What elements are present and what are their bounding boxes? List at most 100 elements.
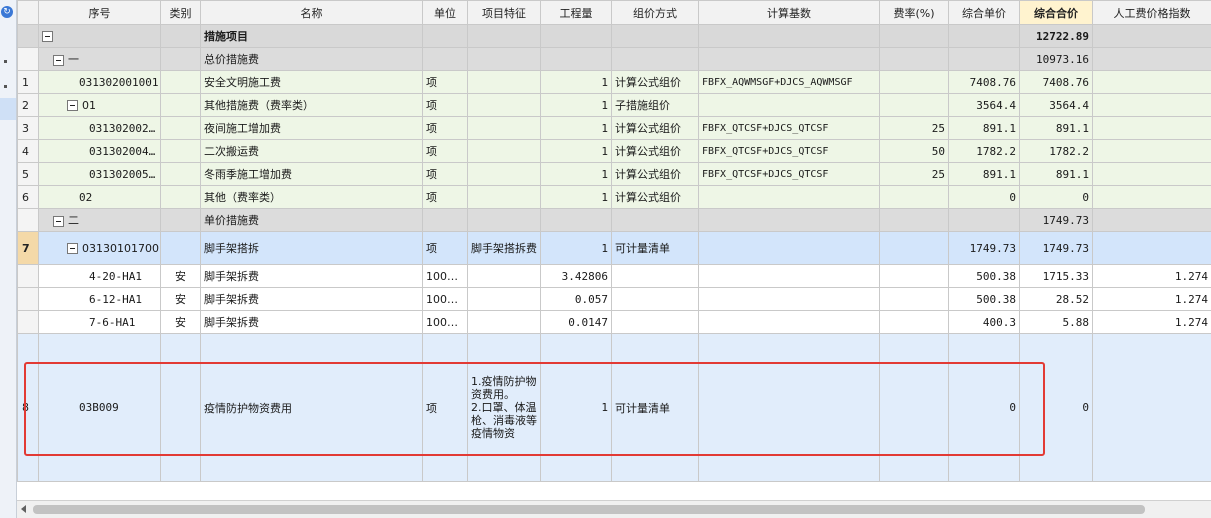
name-cell[interactable]: 单价措施费 bbox=[200, 208, 423, 232]
method-cell[interactable] bbox=[611, 24, 699, 48]
feature-cell[interactable] bbox=[467, 24, 541, 48]
qty-cell[interactable]: 1 bbox=[540, 162, 612, 186]
base-cell[interactable] bbox=[698, 333, 880, 482]
rate-cell[interactable] bbox=[879, 333, 949, 482]
method-cell[interactable] bbox=[611, 47, 699, 71]
code-cell[interactable]: 7-6-HA1 bbox=[38, 310, 161, 334]
code-cell[interactable]: 4-20-HA1 bbox=[38, 264, 161, 288]
unit-cell[interactable]: 100… bbox=[422, 310, 468, 334]
method-cell[interactable] bbox=[611, 310, 699, 334]
name-cell[interactable]: 其他（费率类） bbox=[200, 185, 423, 209]
rate-cell[interactable]: 50 bbox=[879, 139, 949, 163]
rate-cell[interactable] bbox=[879, 93, 949, 117]
name-cell[interactable]: 二次搬运费 bbox=[200, 139, 423, 163]
table-row[interactable]: 5 031302005… 冬雨季施工增加费 项 1 计算公式组价 FBFX_QT… bbox=[17, 162, 1211, 186]
method-cell[interactable] bbox=[611, 208, 699, 232]
feature-cell[interactable] bbox=[467, 70, 541, 94]
method-cell[interactable]: 计算公式组价 bbox=[611, 185, 699, 209]
qty-cell[interactable]: 0.057 bbox=[540, 287, 612, 311]
unit-cell[interactable]: 项 bbox=[422, 185, 468, 209]
name-cell[interactable]: 措施项目 bbox=[200, 24, 423, 48]
qty-cell[interactable] bbox=[540, 47, 612, 71]
base-cell[interactable] bbox=[698, 208, 880, 232]
name-cell[interactable]: 总价措施费 bbox=[200, 47, 423, 71]
name-cell[interactable]: 脚手架拆费 bbox=[200, 310, 423, 334]
qty-cell[interactable]: 1 bbox=[540, 333, 612, 482]
base-cell[interactable] bbox=[698, 24, 880, 48]
header-name[interactable]: 名称 bbox=[200, 0, 423, 25]
rate-cell[interactable] bbox=[879, 264, 949, 288]
unit-cell[interactable]: 项 bbox=[422, 70, 468, 94]
table-row[interactable]: 2 01 其他措施费（费率类） 项 1 子措施组价 3564.4 3564.4 bbox=[17, 93, 1211, 117]
unit-cell[interactable]: 项 bbox=[422, 93, 468, 117]
method-cell[interactable]: 可计量清单 bbox=[611, 231, 699, 265]
header-rate[interactable]: 费率(%) bbox=[879, 0, 949, 25]
labor-index-cell[interactable] bbox=[1092, 333, 1211, 482]
table-row[interactable]: 6-12-HA1 安 脚手架拆费 100… 0.057 500.38 28.52… bbox=[17, 287, 1211, 311]
name-cell[interactable]: 安全文明施工费 bbox=[200, 70, 423, 94]
name-cell[interactable]: 疫情防护物资费用 bbox=[200, 333, 423, 482]
labor-index-cell[interactable]: 1.274 bbox=[1092, 264, 1211, 288]
rate-cell[interactable] bbox=[879, 287, 949, 311]
unit-cell[interactable] bbox=[422, 47, 468, 71]
table-row[interactable]: 1 031302001001 安全文明施工费 项 1 计算公式组价 FBFX_A… bbox=[17, 70, 1211, 94]
collapse-toggle-icon[interactable] bbox=[53, 215, 64, 227]
header-unit-price[interactable]: 综合单价 bbox=[948, 0, 1020, 25]
feature-cell[interactable] bbox=[467, 310, 541, 334]
rate-cell[interactable] bbox=[879, 47, 949, 71]
qty-cell[interactable] bbox=[540, 24, 612, 48]
labor-index-cell[interactable]: 1.274 bbox=[1092, 310, 1211, 334]
labor-index-cell[interactable] bbox=[1092, 162, 1211, 186]
code-cell[interactable]: 031302004… bbox=[38, 139, 161, 163]
base-cell[interactable] bbox=[698, 93, 880, 117]
feature-cell[interactable] bbox=[467, 162, 541, 186]
labor-index-cell[interactable] bbox=[1092, 231, 1211, 265]
base-cell[interactable] bbox=[698, 310, 880, 334]
collapse-toggle-icon[interactable] bbox=[53, 54, 64, 66]
table-row[interactable]: 二 单价措施费 1749.73 bbox=[17, 208, 1211, 232]
feature-cell[interactable]: 脚手架搭拆费 bbox=[467, 231, 541, 265]
labor-index-cell[interactable] bbox=[1092, 185, 1211, 209]
header-seq[interactable]: 序号 bbox=[38, 0, 161, 25]
horizontal-scrollbar[interactable] bbox=[17, 500, 1211, 518]
table-row[interactable]: 7-6-HA1 安 脚手架拆费 100… 0.0147 400.3 5.88 1… bbox=[17, 310, 1211, 334]
strip-selection[interactable] bbox=[0, 98, 16, 120]
qty-cell[interactable]: 1 bbox=[540, 139, 612, 163]
scrollbar-thumb[interactable] bbox=[33, 505, 1145, 514]
code-cell[interactable]: 031302002… bbox=[38, 116, 161, 140]
qty-cell[interactable]: 1 bbox=[540, 70, 612, 94]
base-cell[interactable] bbox=[698, 231, 880, 265]
unit-cell[interactable]: 项 bbox=[422, 231, 468, 265]
method-cell[interactable]: 计算公式组价 bbox=[611, 116, 699, 140]
header-qty[interactable]: 工程量 bbox=[540, 0, 612, 25]
unit-cell[interactable]: 项 bbox=[422, 162, 468, 186]
method-cell[interactable] bbox=[611, 287, 699, 311]
feature-cell[interactable] bbox=[467, 287, 541, 311]
code-cell[interactable]: 03B009 bbox=[38, 333, 161, 482]
rate-cell[interactable]: 25 bbox=[879, 162, 949, 186]
base-cell[interactable] bbox=[698, 47, 880, 71]
qty-cell[interactable]: 3.42806 bbox=[540, 264, 612, 288]
feature-cell[interactable] bbox=[467, 47, 541, 71]
rate-cell[interactable] bbox=[879, 24, 949, 48]
base-cell[interactable]: FBFX_AQWMSGF+DJCS_AQWMSGF bbox=[698, 70, 880, 94]
labor-index-cell[interactable] bbox=[1092, 24, 1211, 48]
collapse-toggle-icon[interactable] bbox=[42, 31, 53, 42]
unit-cell[interactable]: 项 bbox=[422, 333, 468, 482]
base-cell[interactable] bbox=[698, 264, 880, 288]
header-rownum[interactable] bbox=[17, 0, 39, 25]
feature-cell[interactable] bbox=[467, 185, 541, 209]
unit-cell[interactable]: 100… bbox=[422, 264, 468, 288]
table-row[interactable]: 4-20-HA1 安 脚手架拆费 100… 3.42806 500.38 171… bbox=[17, 264, 1211, 288]
unit-cell[interactable] bbox=[422, 208, 468, 232]
code-cell[interactable]: 02 bbox=[38, 185, 161, 209]
method-cell[interactable]: 计算公式组价 bbox=[611, 139, 699, 163]
name-cell[interactable]: 脚手架拆费 bbox=[200, 264, 423, 288]
header-method[interactable]: 组价方式 bbox=[611, 0, 699, 25]
name-cell[interactable]: 脚手架拆费 bbox=[200, 287, 423, 311]
feature-cell[interactable] bbox=[467, 93, 541, 117]
method-cell[interactable] bbox=[611, 264, 699, 288]
table-row[interactable]: 8 03B009 疫情防护物资费用 项 1.疫情防护物资费用。 2.口罩、体温枪… bbox=[17, 333, 1211, 482]
header-total[interactable]: 综合合价 bbox=[1019, 0, 1093, 25]
refresh-icon[interactable]: ↻ bbox=[1, 6, 13, 18]
